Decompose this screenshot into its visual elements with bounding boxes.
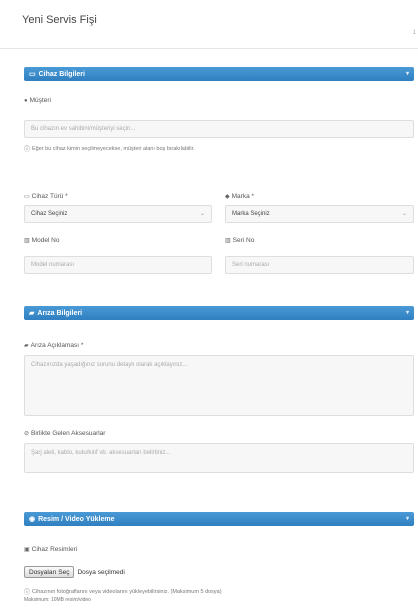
user-icon: ● [24, 97, 28, 104]
accessories-textarea[interactable]: Şarj aleti, kablo, kutu/kılıf vb. aksesu… [24, 443, 414, 473]
serial-input[interactable]: Seri numarası [225, 256, 414, 274]
upload-section-header[interactable]: ◉ Resim / Video Yükleme ▾ [24, 512, 414, 526]
accessories-label-text: Birlikte Gelen Aksesuarlar [31, 430, 106, 437]
device-type-label: ▭ Cihaz Türü * [24, 193, 68, 200]
customer-label: ● Müşteri [24, 97, 51, 104]
fault-description-label-text: Arıza Açıklaması * [30, 342, 84, 349]
customer-select[interactable]: Bu cihazın ev sahibini/müşteriyi seçin..… [24, 120, 414, 138]
monitor-icon: ▭ [24, 194, 30, 200]
fault-section-header[interactable]: ▰ Arıza Bilgileri ▾ [24, 306, 414, 320]
chevron-down-icon[interactable]: ▾ [406, 309, 409, 316]
file-status: Dosya seçilmedi [77, 568, 125, 576]
upload-section-title: Resim / Video Yükleme [38, 515, 115, 523]
fault-description-label: ▰ Arıza Açıklaması * [24, 342, 83, 349]
choose-files-button[interactable]: Dosyaları Seç [24, 566, 75, 578]
model-placeholder: Model numarası [31, 262, 75, 268]
device-section-title: Cihaz Bilgileri [38, 70, 85, 78]
info-icon: ⓘ [24, 590, 31, 596]
customer-help: ⓘ Eğer bu cihaz kimin seçilmeyecekse, mü… [24, 144, 195, 154]
chevron-down-icon[interactable]: ▾ [406, 70, 409, 77]
brand-select[interactable]: Marka Seçiniz ⌄ [225, 205, 414, 223]
photos-label-text: Cihaz Resimleri [31, 546, 78, 553]
accessories-placeholder: Şarj aleti, kablo, kutu/kılıf vb. aksesu… [31, 450, 171, 456]
serial-label: ▥ Seri No [225, 237, 254, 244]
fault-description-placeholder: Cihazınızda yaşadığınız sorunu detaylı o… [31, 362, 188, 368]
link-icon: ⊘ [24, 431, 30, 437]
camera-icon: ◉ [29, 516, 36, 523]
serial-label-text: Seri No [232, 237, 255, 244]
customer-placeholder: Bu cihazın ev sahibini/müşteriyi seçin..… [31, 126, 136, 132]
chevron-down-icon: ⌄ [199, 211, 205, 217]
brand-label-text: Marka * [231, 193, 255, 200]
model-label: ▥ Model No [24, 237, 60, 244]
barcode-icon: ▥ [24, 238, 30, 244]
brand-label: ◆ Marka * [225, 193, 254, 200]
comment-icon: ▰ [24, 343, 29, 349]
file-input: Dosyaları Seç Dosya seçilmedi [24, 565, 414, 579]
laptop-icon: ▭ [29, 71, 36, 78]
chevron-down-icon[interactable]: ▾ [406, 515, 409, 522]
upload-help: ⓘ Cihazının fotoğraflarını veya videolar… [24, 587, 222, 597]
fault-description-textarea[interactable]: Cihazınızda yaşadığınız sorunu detaylı o… [24, 355, 414, 416]
photos-label: ▣ Cihaz Resimleri [24, 546, 77, 553]
upload-limit: Maksimum: 10MB resim/video [24, 597, 91, 603]
customer-label-text: Müşteri [29, 97, 51, 104]
chevron-down-icon: ⌄ [401, 211, 407, 217]
accessories-label: ⊘ Birlikte Gelen Aksesuarlar [24, 430, 105, 437]
model-label-text: Model No [31, 237, 60, 244]
serial-placeholder: Seri numarası [232, 262, 270, 268]
title-divider [0, 48, 418, 49]
device-section-header[interactable]: ▭ Cihaz Bilgileri ▾ [24, 67, 414, 81]
device-type-select[interactable]: Cihaz Seçiniz ⌄ [24, 205, 212, 223]
image-icon: ▣ [24, 547, 30, 553]
device-type-label-text: Cihaz Türü * [31, 193, 68, 200]
customer-help-text: Eğer bu cihaz kimin seçilmeyecekse, müşt… [32, 145, 195, 152]
device-type-value: Cihaz Seçiniz [31, 211, 68, 217]
upload-help-text: Cihazının fotoğraflarını veya videoların… [32, 588, 222, 595]
brand-value: Marka Seçiniz [232, 211, 270, 217]
page-title: Yeni Servis Fişi [22, 14, 97, 26]
model-input[interactable]: Model numarası [24, 256, 212, 274]
tag-icon: ◆ [225, 194, 230, 200]
barcode-icon: ▥ [225, 238, 231, 244]
comment-icon: ▰ [29, 310, 35, 317]
info-icon: ⓘ [24, 147, 31, 153]
fault-section-title: Arıza Bilgileri [37, 309, 83, 317]
corner-mark: 1 [412, 30, 416, 36]
